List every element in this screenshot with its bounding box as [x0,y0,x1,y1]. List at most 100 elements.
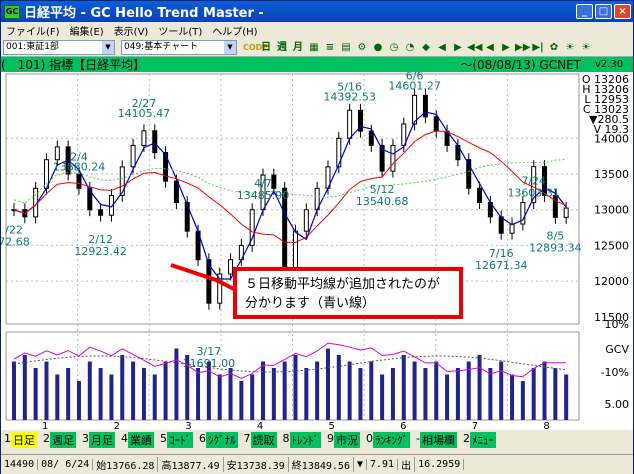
candle-body [390,144,396,172]
tab-7[interactable]: 8 ﾄﾚﾝﾄﾞ [280,432,325,448]
volume-bar [196,368,201,420]
tab-11[interactable]: 2 ﾒﾆｭｰ [460,432,499,448]
table-icon[interactable]: ▤ [339,41,353,55]
volume-bar [531,368,536,420]
indicator-info-bar: ( 101) 指標【日経平均】 ～(08/08/13) GCNET [1,57,585,72]
tab-label: 業績 [128,432,154,448]
volume-bar [445,374,450,420]
next-icon[interactable]: ▶ [451,41,465,55]
daily-button[interactable]: 日 [259,41,273,55]
volume-bar [564,374,569,420]
settings-icon[interactable]: ⚙ [355,41,369,55]
volume-bar [423,368,428,420]
volume-bar [66,368,71,420]
month-tick: 5 [329,421,335,430]
globe-icon[interactable]: ● [371,41,385,55]
annotation-callout: ５日移動平均線が追加されたのが分かります（青い線） [233,267,463,319]
tab-3[interactable]: 4 業績 [118,432,157,448]
clock-icon[interactable]: ◷ [387,41,401,55]
status-field-3: 高13877.49 [158,457,224,472]
oscillator-line [13,342,567,379]
price-tick: 13000 [594,204,629,217]
volume-bar [131,361,136,420]
menu-tools[interactable]: ツール(T) [153,23,207,38]
menu-edit[interactable]: 編集(E) [65,23,109,38]
chart-type-select[interactable]: 049:基本チャート ▼ [121,40,237,55]
date-range-label: ～(08/08/13) GCNET [460,58,581,72]
grid-icon[interactable]: ▦ [307,41,321,55]
price-annotations: 2/413880.242/2714105.472/1212923.423/171… [1,72,582,370]
star-icon[interactable]: ☀ [579,41,593,55]
app-window: GC 日経平均 - GC Hello Trend Master - _ □ × … [0,0,634,474]
menu-help[interactable]: ヘルプ(H) [207,23,262,38]
stopwatch-icon[interactable]: ◔ [403,41,417,55]
volume-bar [390,368,395,420]
candle-body [477,187,483,204]
tab-number: 8 [282,432,290,445]
annotation-price: 13540.68 [356,195,409,208]
status-field-0: 14490 [1,459,39,470]
back-icon[interactable]: ◀ [483,41,497,55]
menu-view[interactable]: 表示(V) [109,23,154,38]
tab-number: 2 [462,432,470,445]
tab-9[interactable]: 0 ﾗﾝｷﾝｸﾞ [363,432,413,448]
volume-bar [152,374,157,420]
menu-file[interactable]: ファイル(F) [1,23,65,38]
sun-icon[interactable]: ☀ [563,41,577,55]
volume-bar [109,374,114,420]
market-select[interactable]: 001:東証1部 ▼ [3,40,115,55]
annotation-price: 12893.34 [529,241,582,254]
tab-number: 6 [199,432,206,445]
volume-bar [44,361,49,420]
volume-bar [369,361,374,420]
tab-5[interactable]: 6 ｼｸﾞﾅﾙ [196,432,241,448]
forward-icon[interactable]: ▶ [499,41,513,55]
tab-0[interactable]: 1 日足 [1,432,40,448]
tab-label: 日足 [11,432,37,448]
tab-1[interactable]: 2 週足 [40,432,79,448]
pin-icon[interactable]: ◆ [419,41,433,55]
tab-4[interactable]: 5 ｺｰﾄﾞ [157,432,196,448]
minimize-button[interactable]: _ [576,4,593,19]
candle-body [563,207,569,218]
price-tick: 12000 [594,275,629,288]
price-tick: 12500 [594,239,629,252]
tab-label: 市況 [334,432,360,448]
volume-bar [455,368,460,420]
list-icon[interactable]: ≡ [323,41,337,55]
chart-area[interactable]: 2/413880.242/2714105.472/1212923.423/171… [1,72,633,430]
tab-8[interactable]: 9 市況 [324,432,363,448]
tab-label: 相場欄 [419,432,457,448]
month-tick: 6 [400,421,406,430]
weekly-button[interactable]: 週 [275,41,289,55]
annotation-price: 12923.42 [74,245,127,258]
tab-6[interactable]: 7 読取 [241,432,280,448]
end-icon[interactable]: ▶| [531,41,545,55]
chevron-down-icon: ▼ [224,41,236,54]
volume-bar [488,368,493,420]
close-button[interactable]: × [614,4,631,19]
month-tick: 7 [472,421,478,430]
app-icon: GC [4,4,20,19]
first-icon[interactable]: ◀◀ [467,41,482,55]
annotation-price: 14601.27 [388,79,441,92]
last-icon[interactable]: ▶▶ [515,41,530,55]
tab-10[interactable]: - 相場欄 [413,432,460,448]
volume-bar [12,361,16,420]
volume-bar [55,374,60,420]
volume-bar [141,368,146,420]
maximize-button[interactable]: □ [595,4,612,19]
monthly-button[interactable]: 月 [291,41,305,55]
tab-2[interactable]: 3 月足 [79,432,118,448]
prev-icon[interactable]: ◀ [435,41,449,55]
ohlc-readout: O 13206H 13206L 12953C 13023▼280.5V 19.3 [582,73,629,136]
zoom-icon[interactable]: ✿ [547,41,561,55]
volume-bar [33,368,38,420]
price-axis: 14000135001300012500120001150010%GCV-10%… [594,132,629,411]
volume-bar [510,374,515,420]
status-bar: 14490 08/ 6/24 始13766.28 高13877.49 安13738.39… [1,454,633,474]
candle-body [141,130,147,146]
code-icon[interactable]: CODE [243,41,268,55]
candle-body [509,223,515,234]
toolbar: 001:東証1部 ▼ 049:基本チャート ▼ CODE 日 週 月 ▦ ≡ ▤ ⚙… [1,39,633,57]
